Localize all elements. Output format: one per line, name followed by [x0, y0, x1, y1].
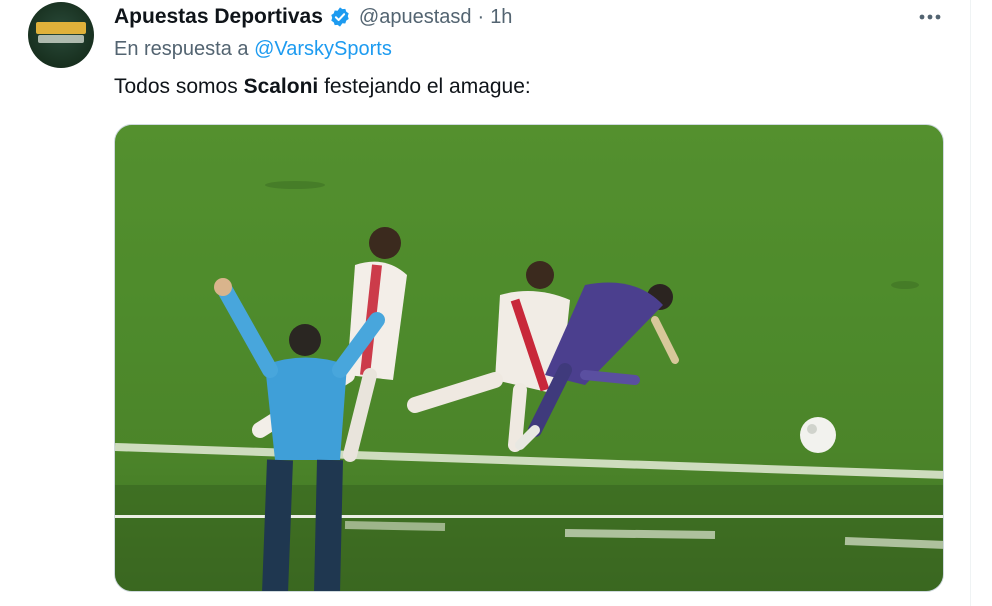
- timestamp[interactable]: 1h: [490, 6, 512, 29]
- tweet-text-bold: Scaloni: [243, 75, 319, 98]
- handle[interactable]: @apuestasd: [359, 6, 472, 29]
- tweet-media-video[interactable]: [114, 124, 944, 592]
- verified-badge-icon: [329, 6, 351, 28]
- tweet-header: Apuestas Deportivas @apuestasd · 1h: [114, 4, 512, 30]
- reply-context: En respuesta a @VarskySports: [114, 38, 392, 61]
- reply-prefix: En respuesta a: [114, 38, 255, 60]
- avatar[interactable]: [28, 2, 94, 68]
- column-divider: [970, 0, 971, 606]
- display-name[interactable]: Apuestas Deportivas: [114, 5, 323, 29]
- football-scene-image: [115, 125, 943, 591]
- tweet-text: Todos somos Scaloni festejando el amague…: [114, 75, 531, 99]
- tweet-text-end: festejando el amague:: [318, 75, 531, 98]
- tweet: Apuestas Deportivas @apuestasd · 1h En r…: [0, 0, 992, 606]
- avatar-logo-icon: [36, 22, 86, 34]
- tweet-text-start: Todos somos: [114, 75, 244, 98]
- avatar-logo-sub-icon: [38, 35, 84, 43]
- reply-mention-link[interactable]: @VarskySports: [254, 38, 392, 60]
- separator-dot: ·: [477, 5, 485, 28]
- more-horizontal-icon[interactable]: [914, 4, 946, 30]
